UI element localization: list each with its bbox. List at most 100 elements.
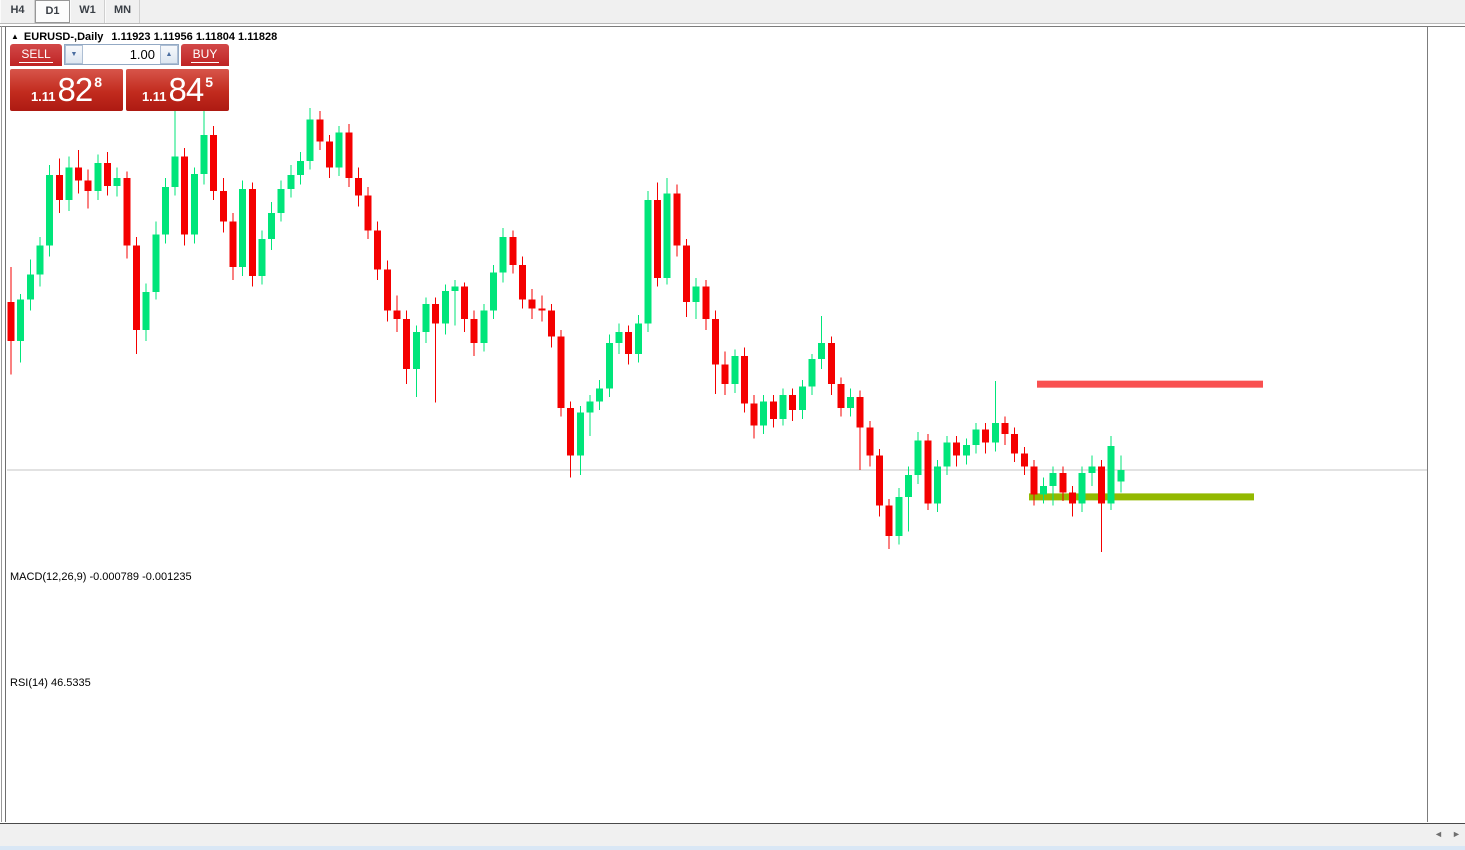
candle — [866, 421, 874, 467]
buy-button[interactable]: BUY — [181, 44, 229, 66]
sell-price: 1.11 82 8 — [31, 73, 102, 107]
candle — [383, 260, 391, 322]
candle — [634, 314, 642, 363]
candle — [432, 297, 440, 403]
candle — [1069, 486, 1076, 517]
candle — [287, 165, 295, 198]
candle — [480, 303, 488, 352]
buy-price-prefix: 1.11 — [141, 89, 167, 104]
candle — [142, 283, 150, 341]
chart-ohlc-values: 1.11923 1.11956 1.11804 1.11828 — [111, 31, 278, 43]
candle — [760, 395, 768, 435]
candle — [779, 388, 787, 426]
volume-input[interactable] — [83, 45, 160, 64]
volume-spinner: ▼ ▲ — [64, 44, 179, 65]
candle — [277, 180, 285, 222]
candle — [422, 297, 430, 343]
candle — [1078, 466, 1086, 513]
candle — [248, 182, 256, 287]
trade-panel-top-row: SELL ▼ ▲ BUY — [10, 44, 229, 66]
timeframe-button-d1[interactable]: D1 — [35, 0, 70, 23]
candle — [451, 280, 459, 326]
sell-price-panel[interactable]: 1.11 82 8 — [10, 69, 123, 111]
candle — [837, 377, 845, 417]
candle — [113, 167, 121, 197]
candle — [171, 104, 179, 196]
chart-left-border — [5, 27, 6, 822]
candle — [239, 180, 247, 276]
candle — [654, 182, 662, 287]
candle — [325, 134, 333, 179]
tab-scroll-left-icon[interactable]: ◄ — [1434, 829, 1443, 839]
candle — [644, 191, 652, 333]
candle — [876, 449, 883, 517]
candle — [856, 390, 864, 470]
candle — [702, 280, 710, 330]
volume-increase-button[interactable]: ▲ — [160, 45, 178, 64]
candle — [576, 405, 584, 476]
candle — [36, 236, 44, 287]
collapse-triangle-icon[interactable]: ▲ — [11, 32, 19, 41]
candle — [933, 460, 941, 513]
candle — [65, 156, 73, 211]
candle — [847, 388, 855, 417]
timeframe-button-mn[interactable]: MN — [105, 0, 140, 23]
candle — [306, 107, 314, 170]
tab-scroll-right-icon[interactable]: ► — [1452, 829, 1461, 839]
candle — [470, 310, 478, 356]
sell-price-prefix: 1.11 — [30, 89, 56, 104]
timeframe-button-h4[interactable]: H4 — [0, 0, 35, 23]
chart-canvas[interactable] — [7, 29, 1427, 800]
candle — [789, 388, 797, 422]
candle — [297, 152, 304, 185]
candle — [210, 126, 218, 200]
buy-price-panel[interactable]: 1.11 84 5 — [126, 69, 229, 111]
candle — [808, 353, 816, 396]
candle — [596, 379, 604, 411]
spinner-down-icon: ▼ — [70, 51, 78, 58]
candle — [55, 158, 63, 213]
candle — [769, 395, 777, 428]
buy-price: 1.11 84 5 — [142, 73, 213, 107]
candle — [229, 212, 237, 281]
candle — [75, 150, 83, 194]
candle — [335, 126, 343, 177]
candle — [499, 228, 507, 283]
buy-button-label: BUY — [190, 47, 220, 63]
candle — [798, 379, 806, 419]
candle — [518, 256, 526, 309]
candle — [219, 178, 227, 233]
candle — [1107, 436, 1115, 510]
candle — [943, 436, 951, 476]
candle — [673, 184, 681, 257]
candle — [509, 230, 517, 274]
candle — [711, 310, 719, 394]
window-top-border — [0, 26, 1465, 27]
candle — [441, 284, 449, 335]
candle — [268, 202, 276, 250]
candle — [7, 267, 15, 375]
period-toolbar: H4 D1 W1 MN — [0, 0, 1465, 24]
trade-panel-price-row: 1.11 82 8 1.11 84 5 — [10, 69, 229, 111]
sell-price-big-digits: 82 — [57, 71, 94, 108]
candle — [721, 351, 729, 396]
candle — [364, 186, 372, 239]
candle — [740, 347, 748, 413]
candle — [1088, 455, 1096, 487]
resistance-line[interactable] — [1037, 380, 1263, 388]
window-left-border — [1, 26, 2, 822]
candle — [354, 167, 362, 207]
buy-price-big-digits: 84 — [168, 71, 205, 108]
candle — [663, 178, 671, 285]
candle — [962, 438, 970, 465]
candle — [1117, 455, 1125, 493]
chart-symbol-period: EURUSD-,Daily — [23, 31, 104, 43]
candle — [827, 336, 835, 396]
candle — [374, 221, 382, 281]
sell-button[interactable]: SELL — [10, 44, 62, 66]
candle — [403, 310, 411, 385]
macd-label: MACD(12,26,9) -0.000789 -0.001235 — [10, 571, 192, 583]
timeframe-button-w1[interactable]: W1 — [70, 0, 105, 23]
chart-title: ▲ EURUSD-,Daily 1.11923 1.11956 1.11804 1.… — [11, 31, 277, 43]
volume-decrease-button[interactable]: ▼ — [65, 45, 83, 64]
